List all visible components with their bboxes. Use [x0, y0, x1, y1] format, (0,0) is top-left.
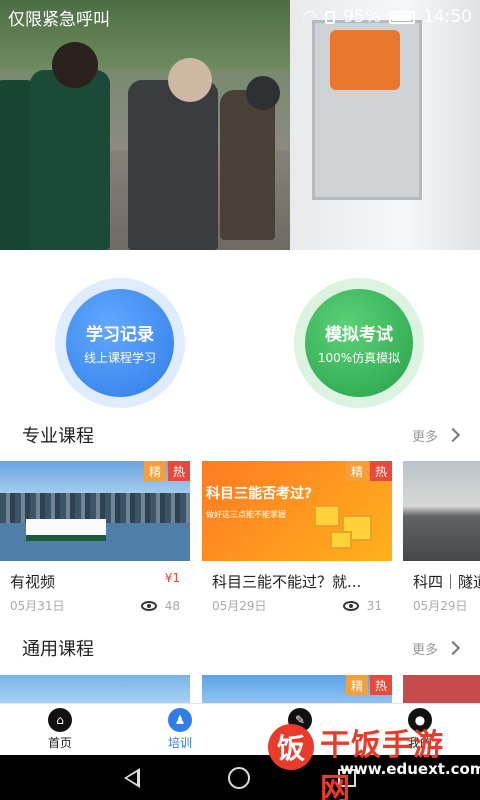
course-price: ¥1 — [164, 571, 180, 585]
watermark-url: www.eduext.com — [340, 760, 480, 778]
mock-exam-title: 模拟考试 — [325, 325, 393, 345]
thumbnail-text: 科目三能否考过? — [206, 486, 313, 502]
course-card[interactable]: 科目三能否考过? 做好这三点能不能掌握 精 热 科目三能不能过？就... 05月… — [202, 461, 392, 614]
general-courses-list[interactable]: 精 热 — [0, 675, 480, 703]
featured-badge: 精 — [346, 675, 368, 695]
hero-helmet — [246, 76, 280, 110]
section-title: 专业课程 — [22, 426, 94, 447]
clock: 14:50 — [423, 7, 472, 27]
course-card[interactable]: 精 热 — [202, 675, 392, 703]
nav-label: 首页 — [47, 736, 72, 750]
hero-rescuer — [220, 90, 275, 240]
course-title: 科目三能不能过？就... — [212, 573, 362, 591]
course-thumbnail — [403, 675, 480, 703]
course-thumbnail — [0, 675, 190, 703]
hot-badge: 热 — [370, 461, 392, 481]
study-record-button[interactable]: 学习记录 线上课程学习 — [55, 278, 185, 408]
hero-paramedic — [30, 70, 110, 250]
more-label: 更多 — [411, 642, 438, 658]
status-bar: 仅限紧急呼叫 ◠ 95% 14:50 — [0, 0, 480, 34]
course-title-row: 有视频 ¥1 — [0, 571, 190, 591]
hero-elderly-man — [128, 80, 218, 250]
more-label: 更多 — [411, 429, 438, 445]
sim-icon — [325, 10, 336, 24]
nav-home[interactable]: ⌂ 首页 — [0, 704, 120, 755]
course-card[interactable] — [403, 675, 480, 703]
section-title: 通用课程 — [22, 639, 94, 660]
watermark-logo: 饭 — [268, 724, 314, 770]
hero-banner[interactable] — [0, 0, 480, 250]
study-record-title: 学习记录 — [86, 325, 154, 345]
training-icon: ♟ — [168, 708, 192, 732]
course-date: 05月31日 — [10, 599, 65, 613]
featured-badge: 精 — [144, 461, 166, 481]
hero-head — [52, 42, 98, 88]
course-date: 05月29日 — [212, 599, 267, 613]
mock-exam-circle[interactable]: 模拟考试 100%仿真模拟 — [305, 289, 413, 397]
view-count: 48 — [164, 598, 180, 613]
course-date: 05月29日 — [413, 599, 468, 613]
general-courses-header: 通用课程 更多 — [0, 628, 480, 668]
study-record-circle[interactable]: 学习记录 线上课程学习 — [66, 289, 174, 397]
ambulance-stretcher — [330, 30, 400, 90]
battery-percent: 95% — [343, 7, 381, 27]
course-meta: 05月29日 — [403, 591, 480, 614]
status-icons: ◠ 95% 14:50 — [302, 7, 472, 27]
course-card[interactable] — [0, 675, 190, 703]
more-link[interactable]: 更多 — [411, 426, 461, 445]
course-title: 科四｜隧道 — [413, 573, 480, 591]
nav-training[interactable]: ♟ 培训 — [120, 704, 240, 755]
course-card[interactable]: 精 热 有视频 ¥1 05月31日 48 — [0, 461, 190, 614]
course-meta: 05月31日 48 — [0, 591, 190, 614]
hot-badge: 热 — [370, 675, 392, 695]
back-icon[interactable] — [124, 767, 140, 788]
course-thumbnail: 精 热 — [202, 675, 392, 703]
watermark: 饭 干饭手游网 www.eduext.com — [268, 718, 480, 800]
course-card[interactable]: 科四｜隧道 05月29日 — [403, 461, 480, 614]
professional-courses-header: 专业课程 更多 — [0, 415, 480, 455]
chevron-right-icon — [445, 427, 461, 443]
home-circle-icon[interactable] — [228, 766, 250, 789]
featured-badge: 精 — [346, 461, 368, 481]
professional-courses-list[interactable]: 精 热 有视频 ¥1 05月31日 48 科目三能否考过? 做好这三点能不能掌握… — [0, 461, 480, 621]
course-title: 有视频 — [10, 573, 56, 591]
course-title-row: 科四｜隧道 — [403, 571, 480, 591]
mock-exam-subtitle: 100%仿真模拟 — [317, 351, 401, 365]
thumbnail-subtext: 做好这三点能不能掌握 — [206, 510, 286, 519]
wifi-icon: ◠ — [302, 7, 318, 27]
hero-head — [168, 58, 212, 102]
study-record-subtitle: 线上课程学习 — [83, 351, 156, 365]
hot-badge: 热 — [168, 461, 190, 481]
hero-ambulance — [290, 0, 480, 250]
chevron-right-icon — [445, 640, 461, 656]
nav-label: 培训 — [167, 736, 192, 750]
view-count: 31 — [366, 598, 382, 613]
course-title-row: 科目三能不能过？就... — [202, 571, 392, 591]
mock-exam-button[interactable]: 模拟考试 100%仿真模拟 — [294, 278, 424, 408]
course-thumbnail — [403, 461, 480, 561]
more-link[interactable]: 更多 — [411, 639, 461, 658]
eye-icon — [140, 600, 157, 611]
course-thumbnail: 科目三能否考过? 做好这三点能不能掌握 精 热 — [202, 461, 392, 561]
eye-icon — [342, 600, 359, 611]
course-meta: 05月29日 31 — [202, 591, 392, 614]
battery-icon — [389, 10, 415, 24]
carrier-text: 仅限紧急呼叫 — [8, 9, 110, 30]
home-icon: ⌂ — [48, 708, 72, 732]
course-thumbnail: 精 热 — [0, 461, 190, 561]
